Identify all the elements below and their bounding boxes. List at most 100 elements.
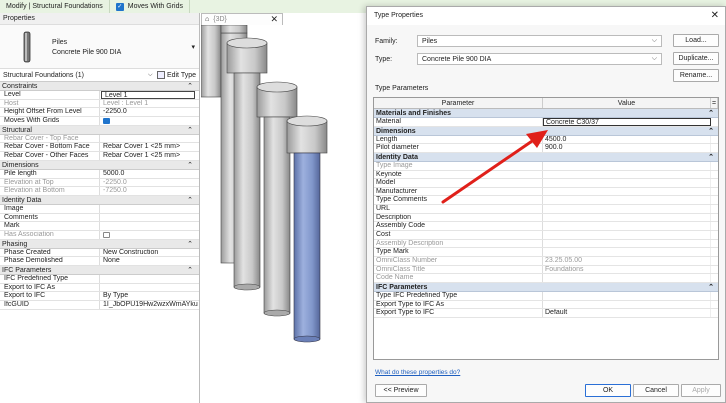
- property-value[interactable]: [100, 284, 199, 292]
- material-value-field[interactable]: Concrete C30/37: [543, 118, 711, 126]
- type-parameters-label: Type Parameters: [375, 85, 429, 92]
- property-row: Phase Created New Construction: [0, 248, 199, 258]
- parameter-value[interactable]: [543, 213, 711, 222]
- duplicate-button[interactable]: Duplicate...: [673, 52, 719, 65]
- property-value[interactable]: 5000.0: [100, 170, 199, 178]
- parameter-value[interactable]: [543, 248, 711, 256]
- tab-3d-view[interactable]: ⌂ {3D} ✕: [201, 13, 283, 25]
- property-value[interactable]: [100, 222, 199, 230]
- parameter-value[interactable]: [543, 291, 711, 300]
- parameter-value[interactable]: Default: [543, 309, 711, 317]
- property-key: Rebar Cover - Bottom Face: [0, 143, 100, 152]
- rename-button[interactable]: Rename...: [673, 69, 719, 82]
- property-value[interactable]: [100, 214, 199, 222]
- parameter-value[interactable]: [543, 179, 711, 187]
- parameter-group-header[interactable]: Materials and Finishes ⌃: [374, 109, 718, 118]
- column-value[interactable]: Value: [543, 98, 711, 108]
- property-value[interactable]: By Type: [100, 292, 199, 300]
- parameter-value[interactable]: [543, 196, 711, 205]
- collapse-icon[interactable]: ⌃: [708, 153, 714, 161]
- property-group-header[interactable]: Identity Data ⌃: [0, 195, 199, 205]
- close-icon[interactable]: ✕: [711, 10, 719, 21]
- parameter-row: Keynote: [374, 170, 718, 180]
- property-value[interactable]: Rebar Cover 1 <25 mm>: [100, 152, 199, 160]
- edit-type-label: Edit Type: [166, 71, 196, 79]
- parameter-value: [543, 161, 711, 170]
- type-parameters-grid: Parameter Value = Materials and Finishes…: [373, 97, 719, 360]
- parameter-value: [543, 274, 711, 282]
- property-row: Elevation at Top -2250.0: [0, 178, 199, 188]
- type-combo[interactable]: Concrete Pile 900 DIA ⌵: [417, 53, 662, 65]
- property-value[interactable]: -2250.0: [100, 108, 199, 116]
- collapse-icon[interactable]: ⌃: [187, 82, 193, 90]
- collapse-icon[interactable]: ⌃: [708, 109, 714, 117]
- collapse-icon[interactable]: ⌃: [187, 161, 193, 169]
- cancel-button[interactable]: Cancel: [633, 384, 679, 397]
- type-selector[interactable]: Piles Concrete Pile 900 DIA ▾: [0, 25, 199, 69]
- pile-3[interactable]: [256, 81, 298, 317]
- preview-button[interactable]: << Preview: [375, 384, 427, 397]
- property-value: -2250.0: [103, 178, 127, 186]
- parameter-value[interactable]: [543, 205, 711, 213]
- apply-button[interactable]: Apply: [681, 384, 721, 397]
- load-button[interactable]: Load...: [673, 34, 719, 47]
- property-group-header[interactable]: Structural ⌃: [0, 125, 199, 135]
- parameter-row: Code Name: [374, 274, 718, 283]
- close-icon[interactable]: ✕: [270, 14, 278, 25]
- parameter-value[interactable]: [543, 231, 711, 239]
- parameter-name: Length: [374, 135, 543, 144]
- property-value[interactable]: New Construction: [100, 249, 199, 257]
- property-value[interactable]: [100, 205, 199, 213]
- parameter-value[interactable]: 4500.0: [543, 135, 711, 144]
- view-3d[interactable]: ⌂ {3D} ✕: [201, 13, 366, 403]
- parameter-value[interactable]: [543, 187, 711, 196]
- parameter-value[interactable]: [543, 170, 711, 179]
- property-group-header[interactable]: Constraints ⌃: [0, 82, 199, 91]
- chevron-down-icon[interactable]: ▾: [191, 43, 195, 51]
- property-group-header[interactable]: Dimensions ⌃: [0, 160, 199, 170]
- parameter-name: Model: [374, 179, 543, 187]
- property-value[interactable]: [100, 117, 199, 125]
- collapse-icon[interactable]: ⌃: [187, 266, 193, 274]
- checkbox-icon[interactable]: ✓: [115, 2, 124, 11]
- property-value[interactable]: None: [100, 257, 199, 265]
- checkbox-icon: [103, 231, 110, 238]
- collapse-icon[interactable]: ⌃: [708, 283, 714, 291]
- collapse-icon[interactable]: ⌃: [708, 127, 714, 135]
- property-group-header[interactable]: Phasing ⌃: [0, 239, 199, 249]
- help-link[interactable]: What do these properties do?: [375, 369, 460, 376]
- chevron-down-icon[interactable]: ⌵: [148, 72, 153, 79]
- edit-type-button[interactable]: Edit Type: [156, 71, 196, 79]
- property-value[interactable]: Level 1: [101, 91, 195, 99]
- chevron-down-icon: ⌵: [651, 37, 657, 44]
- property-key: Export to IFC As: [0, 283, 100, 292]
- property-value[interactable]: Rebar Cover 1 <25 mm>: [100, 143, 199, 151]
- property-key: Comments: [0, 213, 100, 222]
- parameter-value[interactable]: 900.0: [543, 144, 711, 152]
- property-value[interactable]: 1I_JbOPU19Hw2wzxWmAYku: [100, 301, 199, 309]
- column-parameter[interactable]: Parameter: [374, 98, 543, 108]
- context-tab-modify[interactable]: Modify | Structural Foundations: [0, 0, 110, 13]
- parameter-value[interactable]: [543, 300, 711, 309]
- parameter-group-header[interactable]: Identity Data ⌃: [374, 152, 718, 162]
- collapse-icon[interactable]: ⌃: [187, 240, 193, 248]
- property-group-name: Constraints: [2, 83, 38, 90]
- collapse-icon[interactable]: ⌃: [187, 196, 193, 204]
- column-sort[interactable]: =: [711, 98, 718, 108]
- pile-4-selected[interactable]: [286, 115, 328, 343]
- property-group-name: Phasing: [2, 240, 28, 248]
- property-group-header[interactable]: IFC Parameters ⌃: [0, 266, 199, 275]
- parameter-group-header[interactable]: IFC Parameters ⌃: [374, 282, 718, 292]
- family-combo[interactable]: Piles ⌵: [417, 35, 662, 47]
- property-value[interactable]: [100, 275, 199, 283]
- pile-model-canvas[interactable]: [201, 25, 366, 403]
- moves-with-grids-toggle[interactable]: ✓ Moves With Grids: [110, 0, 190, 13]
- ok-button[interactable]: OK: [585, 384, 631, 397]
- checkbox-icon[interactable]: [103, 118, 110, 125]
- parameter-group-header[interactable]: Dimensions ⌃: [374, 126, 718, 136]
- parameter-value[interactable]: [543, 222, 711, 231]
- row-edge: [711, 214, 718, 222]
- property-key: Level: [0, 91, 100, 99]
- collapse-icon[interactable]: ⌃: [187, 126, 193, 134]
- instance-filter[interactable]: Structural Foundations (1) ⌵ Edit Type: [0, 69, 199, 82]
